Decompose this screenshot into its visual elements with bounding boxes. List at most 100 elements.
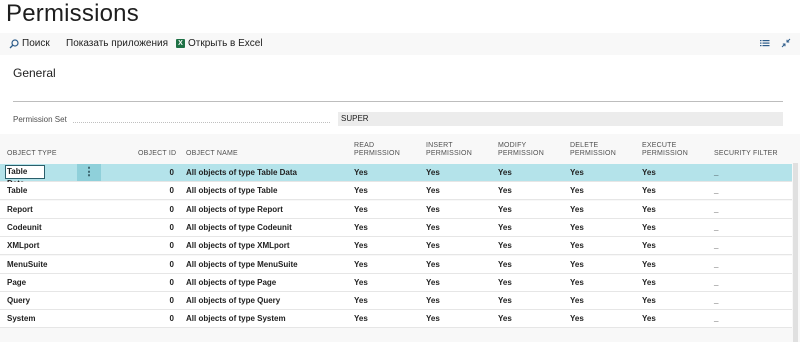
object-id-cell[interactable]: 0 (150, 237, 174, 255)
delete-permission-cell[interactable]: Yes (570, 182, 584, 200)
table-row[interactable]: System 0 All objects of type System Yes Yes Y… (0, 310, 792, 329)
object-type-cell[interactable]: System (7, 310, 35, 328)
vertical-scrollbar[interactable] (793, 163, 798, 342)
object-name-cell[interactable]: All objects of type XMLport (186, 237, 290, 255)
read-permission-cell[interactable]: Yes (354, 256, 368, 274)
delete-permission-cell[interactable]: Yes (570, 219, 584, 237)
execute-permission-cell[interactable]: Yes (642, 164, 656, 182)
read-permission-cell[interactable]: Yes (354, 201, 368, 219)
read-permission-cell[interactable]: Yes (354, 164, 368, 182)
object-type-cell[interactable]: Table (7, 182, 27, 200)
insert-permission-cell[interactable]: Yes (426, 237, 440, 255)
object-id-cell[interactable]: 0 (150, 219, 174, 237)
table-row[interactable]: Table Data ⋮ 0 All objects of type Table Da… (0, 164, 792, 188)
delete-permission-cell[interactable]: Yes (570, 292, 584, 310)
col-modify-permission[interactable]: MODIFY PERMISSION (498, 142, 544, 158)
object-type-cell[interactable]: Report (7, 201, 33, 219)
object-id-cell[interactable]: 0 (150, 182, 174, 200)
col-execute-permission[interactable]: EXECUTE PERMISSION (642, 142, 688, 158)
modify-permission-cell[interactable]: Yes (498, 182, 512, 200)
object-id-cell[interactable]: 0 (150, 310, 174, 328)
security-filter-cell[interactable]: _ (714, 219, 718, 237)
row-actions-icon[interactable]: ⋮ (77, 164, 101, 181)
object-name-cell[interactable]: All objects of type Table Data (186, 164, 297, 182)
modify-permission-cell[interactable]: Yes (498, 219, 512, 237)
general-section-header[interactable]: General (13, 66, 56, 80)
modify-permission-cell[interactable]: Yes (498, 310, 512, 328)
object-id-cell[interactable]: 0 (150, 164, 174, 182)
col-security-filter[interactable]: SECURITY FILTER (714, 150, 778, 158)
delete-permission-cell[interactable]: Yes (570, 201, 584, 219)
table-row[interactable]: Codeunit 0 All objects of type Codeunit Yes… (0, 218, 792, 237)
search-button[interactable]: Поиск (9, 38, 50, 49)
object-type-cell[interactable]: Query (7, 292, 30, 310)
object-type-cell[interactable]: Codeunit (7, 219, 42, 237)
show-apps-button[interactable]: Показать приложения (66, 38, 168, 49)
col-object-name[interactable]: OBJECT NAME (186, 150, 238, 158)
list-view-icon[interactable] (760, 38, 770, 51)
modify-permission-cell[interactable]: Yes (498, 164, 512, 182)
security-filter-cell[interactable]: _ (714, 292, 718, 310)
object-name-cell[interactable]: All objects of type Table (186, 182, 277, 200)
delete-permission-cell[interactable]: Yes (570, 274, 584, 292)
col-insert-permission[interactable]: INSERT PERMISSION (426, 142, 472, 158)
modify-permission-cell[interactable]: Yes (498, 256, 512, 274)
execute-permission-cell[interactable]: Yes (642, 201, 656, 219)
modify-permission-cell[interactable]: Yes (498, 237, 512, 255)
security-filter-cell[interactable]: _ (714, 164, 718, 182)
execute-permission-cell[interactable]: Yes (642, 292, 656, 310)
object-type-cell[interactable]: Page (7, 274, 26, 292)
security-filter-cell[interactable]: _ (714, 201, 718, 219)
object-id-cell[interactable]: 0 (150, 274, 174, 292)
permission-set-field[interactable]: SUPER (338, 112, 783, 126)
table-row[interactable]: XMLport 0 All objects of type XMLport Yes Ye… (0, 237, 792, 256)
execute-permission-cell[interactable]: Yes (642, 237, 656, 255)
insert-permission-cell[interactable]: Yes (426, 201, 440, 219)
object-type-cell[interactable]: MenuSuite (7, 256, 47, 274)
read-permission-cell[interactable]: Yes (354, 219, 368, 237)
object-name-cell[interactable]: All objects of type Query (186, 292, 280, 310)
insert-permission-cell[interactable]: Yes (426, 219, 440, 237)
object-name-cell[interactable]: All objects of type Report (186, 201, 283, 219)
delete-permission-cell[interactable]: Yes (570, 164, 584, 182)
object-id-cell[interactable]: 0 (150, 201, 174, 219)
col-object-id[interactable]: OBJECT ID (138, 150, 176, 158)
object-type-cell[interactable]: XMLport (7, 237, 39, 255)
execute-permission-cell[interactable]: Yes (642, 274, 656, 292)
insert-permission-cell[interactable]: Yes (426, 274, 440, 292)
col-object-type[interactable]: OBJECT TYPE (7, 150, 57, 158)
read-permission-cell[interactable]: Yes (354, 182, 368, 200)
read-permission-cell[interactable]: Yes (354, 292, 368, 310)
delete-permission-cell[interactable]: Yes (570, 256, 584, 274)
read-permission-cell[interactable]: Yes (354, 274, 368, 292)
security-filter-cell[interactable]: _ (714, 310, 718, 328)
object-name-cell[interactable]: All objects of type System (186, 310, 286, 328)
table-row[interactable]: Query 0 All objects of type Query Yes Yes Yes… (0, 292, 792, 311)
security-filter-cell[interactable]: _ (714, 237, 718, 255)
insert-permission-cell[interactable]: Yes (426, 182, 440, 200)
modify-permission-cell[interactable]: Yes (498, 201, 512, 219)
object-type-cell-input[interactable]: Table Data (5, 165, 45, 188)
object-name-cell[interactable]: All objects of type Page (186, 274, 276, 292)
modify-permission-cell[interactable]: Yes (498, 274, 512, 292)
security-filter-cell[interactable]: _ (714, 182, 718, 200)
col-read-permission[interactable]: READ PERMISSION (354, 142, 400, 158)
object-id-cell[interactable]: 0 (150, 292, 174, 310)
read-permission-cell[interactable]: Yes (354, 310, 368, 328)
table-row[interactable]: Report 0 All objects of type Report Yes Yes Y… (0, 200, 792, 219)
delete-permission-cell[interactable]: Yes (570, 310, 584, 328)
insert-permission-cell[interactable]: Yes (426, 256, 440, 274)
object-id-cell[interactable]: 0 (150, 256, 174, 274)
object-name-cell[interactable]: All objects of type Codeunit (186, 219, 292, 237)
collapse-icon[interactable] (781, 38, 791, 51)
delete-permission-cell[interactable]: Yes (570, 237, 584, 255)
insert-permission-cell[interactable]: Yes (426, 164, 440, 182)
execute-permission-cell[interactable]: Yes (642, 310, 656, 328)
read-permission-cell[interactable]: Yes (354, 237, 368, 255)
security-filter-cell[interactable]: _ (714, 274, 718, 292)
modify-permission-cell[interactable]: Yes (498, 292, 512, 310)
execute-permission-cell[interactable]: Yes (642, 219, 656, 237)
table-row[interactable]: Table 0 All objects of type Table Yes Yes Yes… (0, 182, 792, 201)
open-in-excel-button[interactable]: X Открыть в Excel (176, 38, 263, 49)
insert-permission-cell[interactable]: Yes (426, 310, 440, 328)
